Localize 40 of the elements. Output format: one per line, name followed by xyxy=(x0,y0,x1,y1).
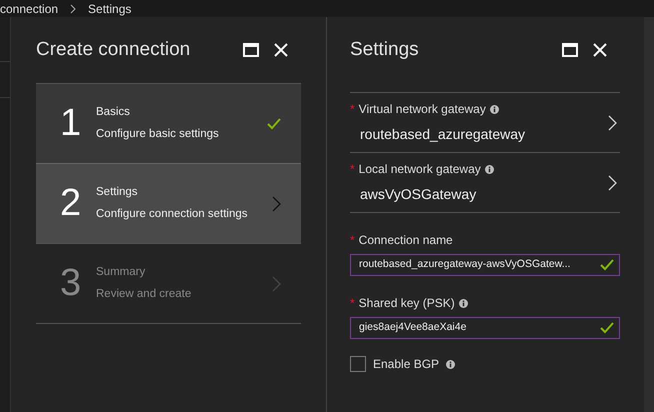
text-field[interactable]: routebased_azuregateway-awsVyOSGatew... xyxy=(350,254,620,276)
step-description: Review and create xyxy=(96,286,192,302)
step-title: Settings xyxy=(96,185,139,200)
step-title: Summary xyxy=(96,265,146,280)
panel-title: Settings xyxy=(350,38,420,62)
chevron-right-icon xyxy=(608,174,617,190)
gateway-picker[interactable]: * Virtual network gateway routebased_azuregateway xyxy=(350,93,620,153)
chevron-right-icon xyxy=(272,196,281,212)
chevron-right-icon xyxy=(70,4,76,14)
step-number: 1 xyxy=(60,101,82,146)
wizard-step[interactable]: 1 Basics Configure basic settings xyxy=(36,83,301,163)
gateway-picker[interactable]: * Local network gateway awsVyOSGateway xyxy=(350,153,620,213)
chevron-right-icon xyxy=(608,114,617,130)
step-description: Configure connection settings xyxy=(96,206,249,222)
maximize-button[interactable] xyxy=(243,43,259,57)
checkbox-label: Enable BGP xyxy=(373,356,440,373)
field-label: Local network gateway xyxy=(358,161,481,178)
text-field[interactable]: gies8aej4Vee8aeXai4e xyxy=(350,317,620,339)
step-title: Basics xyxy=(96,105,131,120)
step-description: Configure basic settings xyxy=(96,126,220,142)
panel-title: Create connection xyxy=(36,38,192,62)
checkbox[interactable] xyxy=(350,356,366,372)
wizard-step[interactable]: 2 Settings Configure connection settings xyxy=(36,163,301,243)
field-label: Virtual network gateway xyxy=(358,101,486,118)
step-number: 3 xyxy=(60,261,82,306)
close-button[interactable] xyxy=(273,42,289,58)
chevron-right-icon xyxy=(272,276,281,292)
required-asterisk: * xyxy=(350,232,355,249)
step-number: 2 xyxy=(60,181,82,226)
picker-value: awsVyOSGateway xyxy=(359,185,478,204)
breadcrumb-link[interactable]: connection xyxy=(0,2,58,14)
required-asterisk: * xyxy=(350,101,355,118)
breadcrumb-link[interactable]: Settings xyxy=(88,2,132,14)
maximize-button[interactable] xyxy=(562,43,578,57)
close-button[interactable] xyxy=(592,42,608,58)
required-asterisk: * xyxy=(350,295,355,312)
field-label: Shared key (PSK) xyxy=(358,295,455,312)
field-label: Connection name xyxy=(358,232,453,249)
picker-value: routebased_azuregateway xyxy=(359,125,526,144)
required-asterisk: * xyxy=(350,161,355,178)
